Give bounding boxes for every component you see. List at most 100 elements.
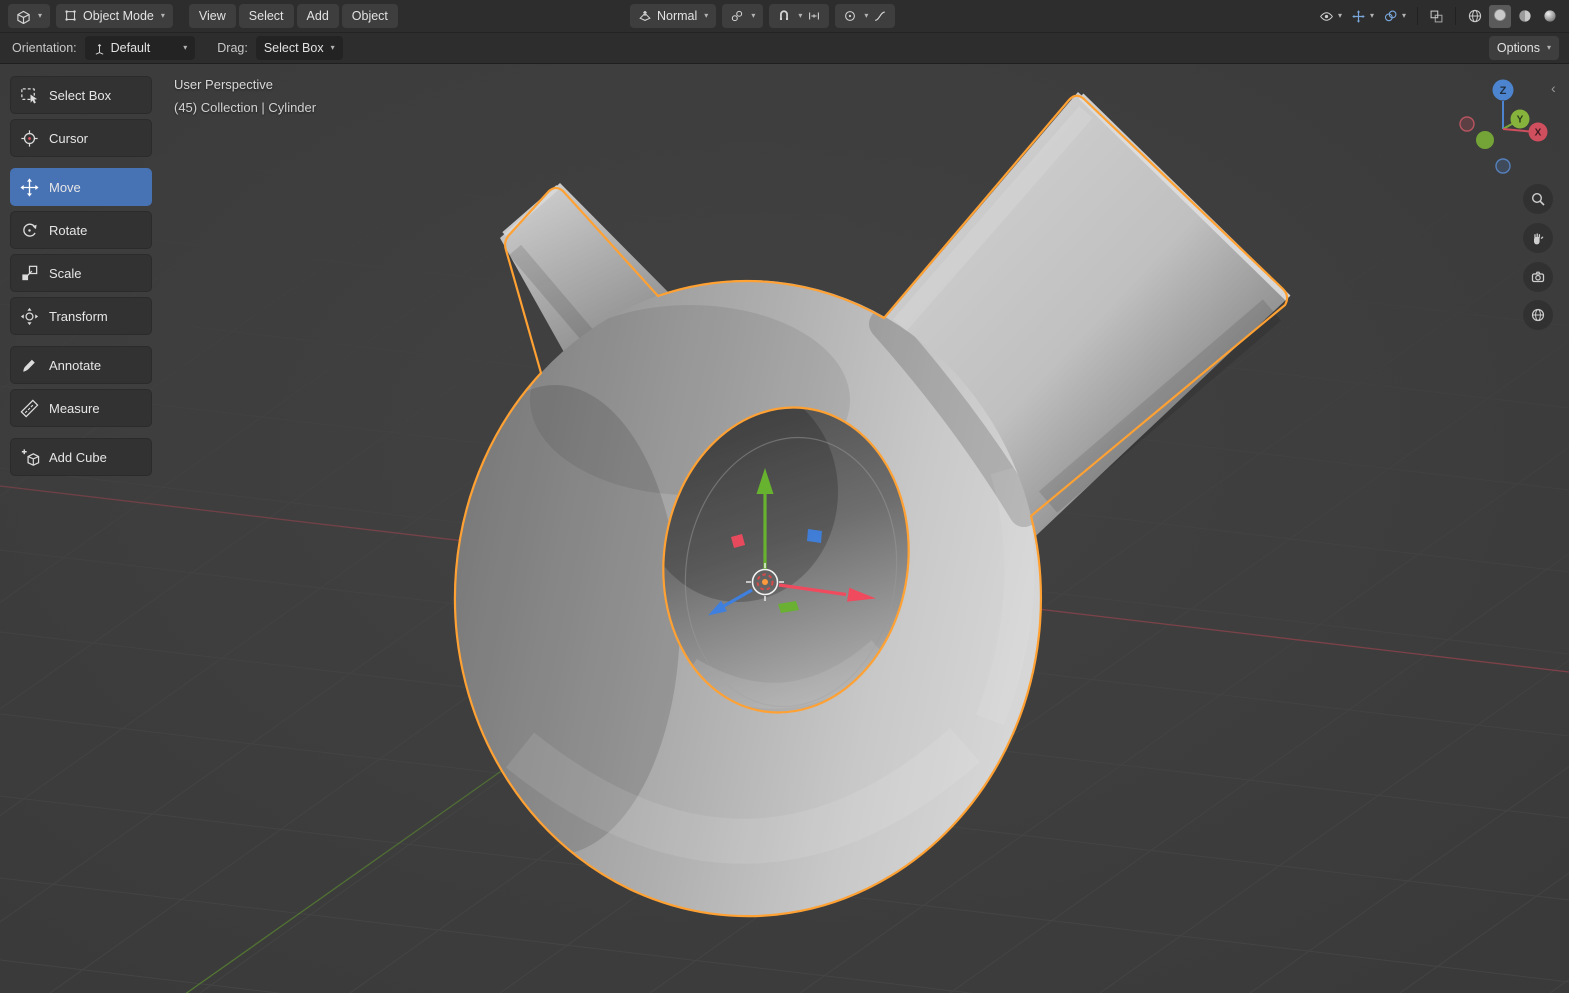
toggle-xray-button[interactable] [1426, 7, 1447, 26]
magnet-icon [780, 10, 789, 20]
transform-orientation-select[interactable]: Normal ▾ [630, 4, 717, 28]
drag-value: Select Box [263, 41, 324, 55]
chevron-down-icon: ▾ [864, 11, 869, 20]
chevron-down-icon: ▾ [798, 11, 803, 20]
chevron-down-icon: ▾ [38, 11, 43, 20]
menu-select[interactable]: Select [238, 4, 294, 28]
gizmo-arrows-icon [1352, 9, 1365, 23]
cursor-icon [21, 129, 38, 147]
options-button[interactable]: Options ▾ [1488, 36, 1559, 60]
chevron-down-icon: ▾ [183, 43, 188, 52]
add-cube-icon [21, 448, 40, 466]
tool-label: Measure [49, 400, 100, 416]
magnifier-icon [1531, 192, 1545, 206]
header-divider [1417, 7, 1418, 25]
tool-measure[interactable]: Measure [10, 389, 152, 427]
tool-rotate[interactable]: Rotate [10, 211, 152, 249]
zoom-button[interactable] [1523, 184, 1553, 214]
orientation-label: Orientation: [12, 41, 77, 55]
material-sphere-icon [1519, 10, 1531, 22]
shading-wireframe-button[interactable] [1464, 6, 1486, 26]
tool-scale[interactable]: Scale [10, 254, 152, 292]
viewport-header: ▾ Object Mode ▾ View Select Add Object N… [0, 0, 1569, 33]
tool-label: Move [49, 179, 81, 195]
drag-select[interactable]: Select Box ▾ [255, 36, 343, 60]
toggle-ortho-button[interactable] [1523, 300, 1553, 330]
show-gizmo-button[interactable]: ▾ [1316, 7, 1345, 26]
overlays-icon [1384, 10, 1397, 21]
menu-add[interactable]: Add [296, 4, 339, 28]
solid-sphere-icon [1494, 8, 1506, 21]
nav-axis-minus-z[interactable] [1495, 158, 1511, 174]
eye-icon [1320, 11, 1333, 21]
nav-axis-minus-y[interactable] [1476, 131, 1494, 149]
viewport-perspective-label: User Perspective [174, 77, 273, 92]
proportional-editing-control[interactable]: ▾ [835, 4, 896, 28]
chevron-down-icon: ▾ [1546, 43, 1551, 52]
shading-solid-button[interactable] [1489, 5, 1511, 25]
object-ring-face [430, 275, 1050, 925]
options-label: Options [1496, 41, 1540, 55]
chevron-down-icon: ▾ [704, 11, 709, 20]
menu-view[interactable]: View [188, 4, 236, 28]
annotate-icon [23, 359, 35, 372]
transform-orientation-label: Normal [657, 9, 698, 23]
tool-label: Add Cube [49, 449, 107, 465]
scale-icon [22, 265, 38, 280]
tool-shelf: Select Box Cursor Move Rotate Scale Tran… [10, 76, 152, 481]
shading-material-button[interactable] [1514, 6, 1536, 26]
tool-label: Transform [49, 308, 108, 324]
orientation-icon [639, 10, 651, 21]
drag-label: Drag: [217, 41, 248, 55]
orientation-select[interactable]: Default ▾ [84, 36, 196, 60]
tool-label: Annotate [49, 357, 102, 373]
tool-label: Scale [49, 265, 82, 281]
xray-icon [1430, 10, 1443, 22]
tool-transform[interactable]: Transform [10, 297, 152, 335]
menu-object[interactable]: Object [341, 4, 398, 28]
viewport-3d[interactable]: Z Y X [0, 0, 1569, 993]
shading-rendered-button[interactable] [1539, 6, 1561, 26]
wireframe-sphere-icon [1468, 9, 1482, 23]
nav-axis-y-label: Y [1517, 115, 1524, 126]
chevron-down-icon: ▾ [330, 43, 335, 52]
tool-label: Cursor [49, 130, 89, 146]
overlays-dropdown-button[interactable]: ▾ [1380, 7, 1409, 26]
tool-select-box[interactable]: Select Box [10, 76, 152, 114]
camera-view-button[interactable] [1523, 262, 1553, 292]
tool-cursor[interactable]: Cursor [10, 119, 152, 157]
viewport-collection-label: (45) Collection | Cylinder [174, 100, 317, 115]
hand-icon [1534, 233, 1544, 245]
tool-add-cube[interactable]: Add Cube [10, 438, 152, 476]
chevron-down-icon: ▾ [160, 11, 165, 20]
mode-select[interactable]: Object Mode ▾ [56, 4, 173, 28]
blender-window: Z Y X ▾ Object Mode ▾ View Select Add Ob… [0, 0, 1569, 993]
move-icon [20, 177, 39, 197]
snap-target-icon [809, 12, 820, 20]
header-divider [1455, 7, 1456, 25]
chevron-down-icon: ▾ [751, 11, 756, 20]
sidebar-toggle[interactable]: ‹ [1551, 80, 1556, 96]
mode-select-label: Object Mode [83, 9, 154, 23]
tool-move[interactable]: Move [10, 168, 152, 206]
pan-button[interactable] [1523, 223, 1553, 253]
chevron-down-icon: ▾ [1337, 11, 1342, 20]
tool-settings-bar: Orientation: Default ▾ Drag: Select Box … [0, 33, 1569, 64]
axes-icon [95, 43, 103, 55]
select-box-icon [21, 87, 38, 104]
object-origin-dot [762, 579, 768, 585]
editor-type-button[interactable]: ▾ [8, 4, 51, 28]
move-gizmo-plane-z[interactable] [807, 529, 822, 543]
tool-label: Rotate [49, 222, 88, 238]
snapping-control[interactable]: ▾ [769, 4, 830, 28]
pivot-point-select[interactable]: ▾ [722, 4, 764, 28]
gizmos-dropdown-button[interactable]: ▾ [1348, 7, 1377, 26]
tool-annotate[interactable]: Annotate [10, 346, 152, 384]
nav-axis-minus-x[interactable] [1459, 116, 1475, 132]
editor-type-icon [17, 10, 30, 24]
falloff-curve-icon [875, 11, 886, 21]
proportional-editing-icon [845, 11, 856, 21]
measure-icon [20, 399, 39, 417]
grid-sphere-icon [1531, 308, 1545, 322]
orientation-value: Default [110, 41, 151, 55]
